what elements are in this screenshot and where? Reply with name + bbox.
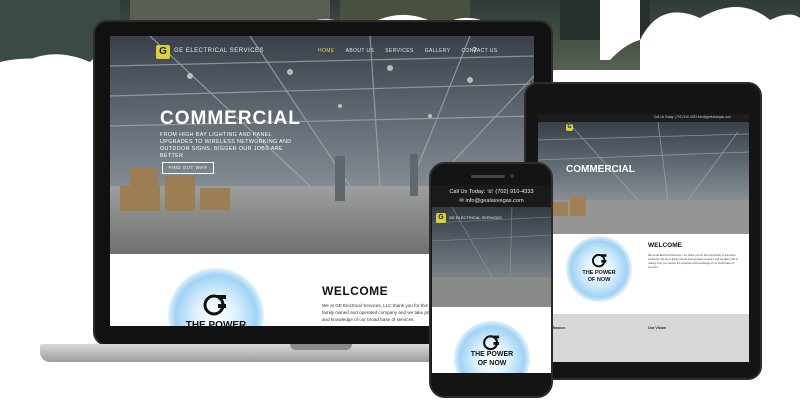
phone-call-text[interactable]: Call Us Today: ☏ (702) 910-4333	[432, 189, 551, 195]
hero-subtitle: FROM HIGH BAY LIGHTING AND PANEL UPGRADE…	[160, 132, 292, 159]
tablet-hero: COMMERCIAL	[538, 122, 749, 234]
power-of-now-badge: THE POWER	[168, 268, 264, 326]
tablet-brand-logo[interactable]: G	[566, 124, 573, 131]
vision-heading: Our Vision	[648, 326, 667, 330]
tablet-welcome-paragraph: We at GE Electrical Services, LLC thank …	[648, 254, 739, 269]
phone-hero	[432, 207, 551, 307]
tablet-contact-info: Call Us Today: (702) 910-4333 info@geela…	[653, 115, 731, 119]
nav-gallery[interactable]: GALLERY	[425, 48, 451, 54]
nav-home[interactable]: HOME	[318, 48, 335, 54]
laptop-nav-bar: G GE ELECTRICAL SERVICES HOME ABOUT US S…	[110, 36, 534, 66]
tablet-warehouse-photo	[538, 122, 749, 234]
main-menu: HOME ABOUT US SERVICES GALLERY CONTACT U…	[318, 48, 498, 54]
laptop-notch	[290, 344, 352, 350]
mission-vision-section: Our Mission Our Vision	[538, 314, 749, 362]
nav-services[interactable]: SERVICES	[385, 48, 413, 54]
brand-name: GE ELECTRICAL SERVICES	[174, 48, 265, 54]
phone-top-bar: Call Us Today: ☏ (702) 910-4333 ✉ info@g…	[432, 185, 551, 207]
phone-power-badge: THE POWER OF NOW	[454, 321, 530, 373]
tablet-plug-icon	[591, 253, 607, 268]
brand-logo[interactable]: G	[156, 45, 170, 59]
phone-plug-icon	[483, 335, 500, 351]
phone-power-line1: THE POWER	[470, 351, 514, 358]
phone-warehouse-photo	[432, 207, 551, 307]
phone-brand-name: GE ELECTRICAL SERVICES	[449, 215, 502, 220]
tablet-power-line2: OF NOW	[587, 277, 611, 283]
search-icon[interactable]: ⚲	[472, 46, 477, 54]
tablet-power-badge: THE POWER OF NOW	[566, 236, 632, 302]
phone-email-text[interactable]: ✉ info@gealasvegas.com	[432, 198, 551, 204]
nav-about-us[interactable]: ABOUT US	[346, 48, 375, 54]
phone-brand-logo[interactable]: G	[436, 213, 446, 223]
phone-power-line2: OF NOW	[477, 360, 507, 367]
find-out-why-button[interactable]: FIND OUT WHY	[162, 162, 214, 174]
plug-icon	[203, 294, 226, 316]
phone-screen: Call Us Today: ☏ (702) 910-4333 ✉ info@g…	[432, 185, 551, 373]
tablet-hero-title: COMMERCIAL	[566, 164, 635, 175]
tablet-power-line1: THE POWER	[582, 270, 616, 276]
power-badge-line1: THE POWER	[185, 320, 247, 326]
phone-speaker	[471, 175, 505, 178]
tablet-top-bar: Call Us Today: (702) 910-4333 info@geela…	[538, 114, 749, 122]
phone-camera	[510, 174, 514, 178]
tablet-screen: COMMERCIAL Call Us Today: (702) 910-4333…	[538, 114, 749, 362]
nav-contact-us[interactable]: CONTACT US	[461, 48, 497, 54]
welcome-heading: WELCOME	[322, 284, 389, 298]
tablet-welcome-heading: WELCOME	[648, 242, 682, 249]
hero-title: COMMERCIAL	[160, 108, 301, 129]
